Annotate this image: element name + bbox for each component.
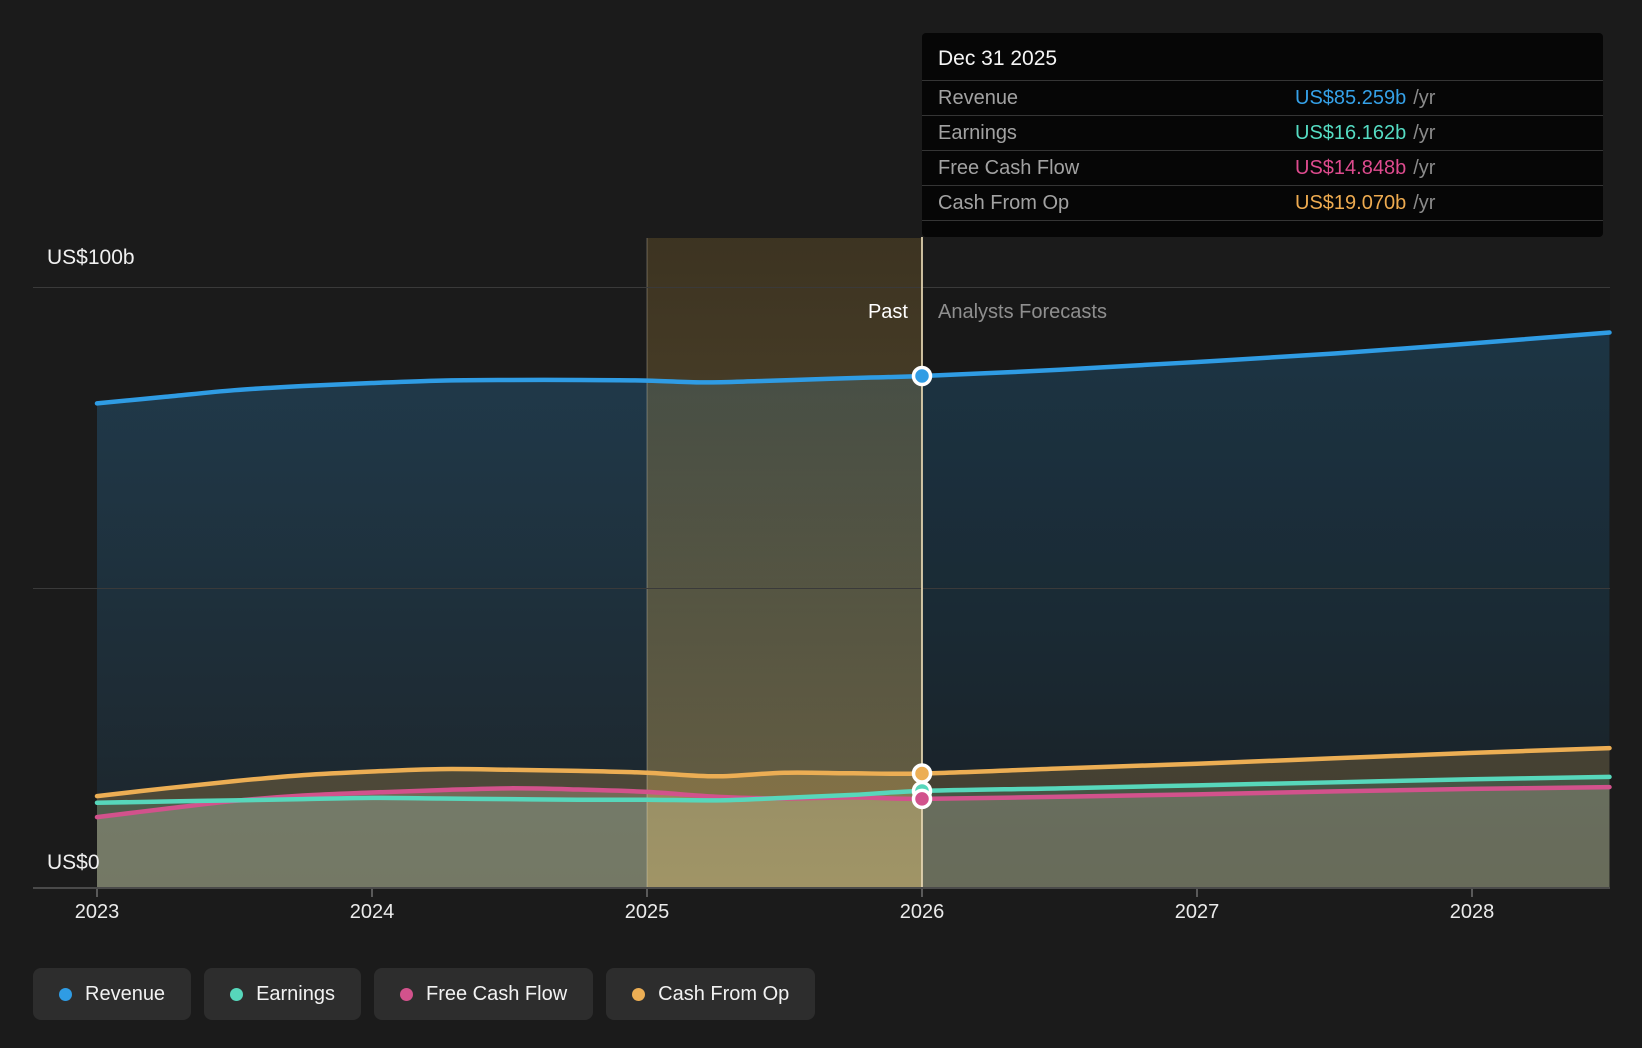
x-axis-label-2028: 2028	[1450, 901, 1495, 924]
legend-item-cash-from-op[interactable]: Cash From Op	[606, 968, 815, 1020]
y-axis-label-top: US$100b	[47, 246, 135, 270]
tooltip-row-suffix: /yr	[1413, 87, 1435, 109]
tooltip-row-suffix: /yr	[1413, 157, 1435, 179]
tooltip-row: Earnings US$16.162b/yr	[922, 116, 1603, 151]
highlight-band	[647, 238, 922, 888]
past-label: Past	[868, 301, 908, 324]
legend-item-revenue[interactable]: Revenue	[33, 968, 191, 1020]
tooltip-row-value: US$16.162b	[1295, 122, 1406, 144]
legend-item-label: Cash From Op	[658, 983, 789, 1006]
tooltip-row-label: Free Cash Flow	[938, 157, 1079, 179]
legend-item-label: Revenue	[85, 983, 165, 1006]
legend-dot-icon	[400, 988, 413, 1001]
x-axis-label-2027: 2027	[1175, 901, 1220, 924]
x-axis-label-2024: 2024	[350, 901, 395, 924]
legend-dot-icon	[230, 988, 243, 1001]
tooltip-row-suffix: /yr	[1413, 122, 1435, 144]
forecast-label: Analysts Forecasts	[938, 301, 1107, 324]
tooltip-row-suffix: /yr	[1413, 192, 1435, 214]
tooltip-row: Revenue US$85.259b/yr	[922, 81, 1603, 116]
x-axis-label-2026: 2026	[900, 901, 945, 924]
tooltip-row: Free Cash Flow US$14.848b/yr	[922, 151, 1603, 186]
marker-free-cash-flow[interactable]	[914, 790, 931, 807]
tooltip-row: Cash From Op US$19.070b/yr	[922, 186, 1603, 221]
tooltip-row-label: Cash From Op	[938, 192, 1069, 214]
tooltip-row-value: US$85.259b	[1295, 87, 1406, 109]
legend-item-free-cash-flow[interactable]: Free Cash Flow	[374, 968, 593, 1020]
tooltip: Dec 31 2025 Revenue US$85.259b/yr Earnin…	[922, 33, 1603, 237]
y-axis-label-bottom: US$0	[47, 851, 100, 875]
marker-revenue[interactable]	[914, 368, 931, 385]
tooltip-row-label: Revenue	[938, 87, 1018, 109]
tooltip-row-value: US$19.070b	[1295, 192, 1406, 214]
legend-dot-icon	[632, 988, 645, 1001]
tooltip-row-label: Earnings	[938, 122, 1017, 144]
x-axis-label-2025: 2025	[625, 901, 670, 924]
chart-root: US$100b US$0 2023 2024 2025 2026 2027 20…	[0, 0, 1642, 1048]
legend-item-label: Earnings	[256, 983, 335, 1006]
legend-item-earnings[interactable]: Earnings	[204, 968, 361, 1020]
marker-cash-from-op[interactable]	[914, 765, 931, 782]
legend-item-label: Free Cash Flow	[426, 983, 567, 1006]
legend-dot-icon	[59, 988, 72, 1001]
tooltip-row-value: US$14.848b	[1295, 157, 1406, 179]
legend: Revenue Earnings Free Cash Flow Cash Fro…	[33, 968, 815, 1020]
x-axis-label-2023: 2023	[75, 901, 120, 924]
tooltip-title: Dec 31 2025	[922, 33, 1603, 81]
